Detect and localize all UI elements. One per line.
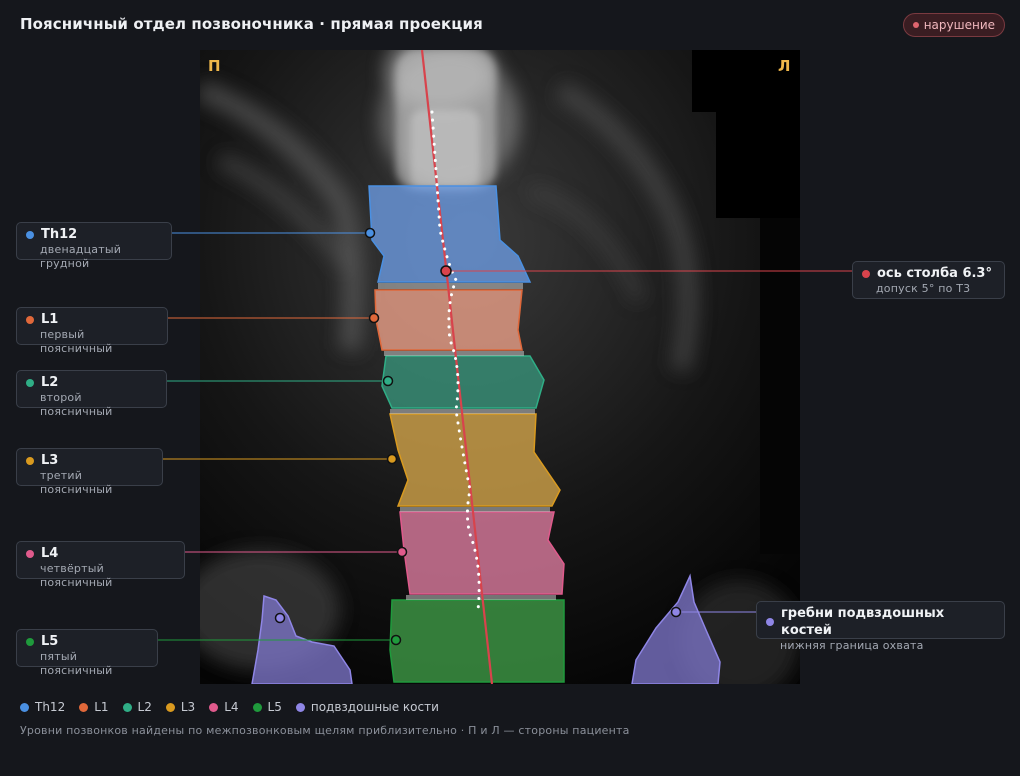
upper-spine <box>396 50 496 190</box>
callout-l4-name: L4 <box>41 546 59 561</box>
xray-viewer[interactable]: П Л <box>200 50 800 684</box>
callout-axis-desc: допуск 5° по T3 <box>876 282 971 295</box>
callout-th12-name: Th12 <box>41 227 78 242</box>
l2-dot-icon <box>26 378 34 387</box>
l3-dot-icon <box>26 456 34 465</box>
callout-l1-desc: первый поясничный <box>40 328 113 355</box>
callout-axis[interactable]: ось столба 6.3° допуск 5° по T3 <box>852 261 1005 299</box>
l4-legend-icon <box>209 702 219 712</box>
page-title: Поясничный отдел позвоночника · прямая п… <box>20 15 483 33</box>
legend-label: L3 <box>180 700 196 714</box>
l5-mask <box>389 599 565 683</box>
callout-l3-name: L3 <box>41 453 59 468</box>
legend: Th12 L1 L2 L3 L4 L5 подвздошные кости <box>20 700 439 714</box>
mask-region <box>760 218 800 554</box>
alert-dot-icon <box>912 22 919 28</box>
l4-dot-icon <box>26 549 34 558</box>
legend-label: L1 <box>94 700 109 714</box>
callout-l5-name: L5 <box>41 634 59 649</box>
callout-l2[interactable]: L2 второй поясничный <box>16 370 167 418</box>
legend-item-th12[interactable]: Th12 <box>20 700 65 714</box>
legend-item-iliac[interactable]: подвздошные кости <box>295 700 439 714</box>
footnote: Уровни позвонков найдены по межпозвонков… <box>20 724 630 737</box>
callout-th12-desc: двенадцатый грудной <box>40 243 122 270</box>
legend-item-l3[interactable]: L3 <box>165 700 196 714</box>
legend-item-l4[interactable]: L4 <box>209 700 239 714</box>
side-right-marker: П <box>208 57 221 75</box>
side-left-marker: Л <box>778 57 790 75</box>
l4-mask <box>399 511 565 595</box>
legend-label: L2 <box>137 700 152 714</box>
callout-l3-desc: третий поясничный <box>40 469 113 496</box>
legend-item-l2[interactable]: L2 <box>122 700 152 714</box>
l2-mask <box>381 355 545 409</box>
status-badge-label: нарушение <box>923 18 995 32</box>
l5-legend-icon <box>252 702 262 712</box>
callout-l4-desc: четвёртый поясничный <box>40 562 113 589</box>
callout-l2-desc: второй поясничный <box>40 391 113 418</box>
callout-l4[interactable]: L4 четвёртый поясничный <box>16 541 185 589</box>
l3-mask <box>389 413 561 507</box>
mask-region <box>716 112 800 218</box>
callout-l1[interactable]: L1 первый поясничный <box>16 307 168 355</box>
callout-iliac[interactable]: гребни подвздошных костей нижняя граница… <box>756 601 1005 652</box>
legend-item-l1[interactable]: L1 <box>79 700 109 714</box>
callout-iliac-name: гребни подвздошных костей <box>781 606 945 638</box>
l2-legend-icon <box>122 702 132 712</box>
iliac-dot-icon <box>766 618 774 626</box>
callout-l2-name: L2 <box>41 375 59 390</box>
legend-label: подвздошные кости <box>310 700 439 714</box>
callout-l1-name: L1 <box>41 312 59 327</box>
iliac-legend-icon <box>295 702 305 712</box>
l1-legend-icon <box>79 702 89 712</box>
th12-dot-icon <box>26 230 34 239</box>
th12-legend-icon <box>20 702 29 712</box>
callout-l3[interactable]: L3 третий поясничный <box>16 448 163 496</box>
callout-l5[interactable]: L5 пятый поясничный <box>16 629 158 677</box>
callout-axis-name: ось столба 6.3° <box>877 266 992 281</box>
legend-label: L4 <box>224 700 239 714</box>
axis-dot-icon <box>862 269 870 278</box>
l1-dot-icon <box>26 315 34 324</box>
callout-iliac-desc: нижняя граница охвата <box>780 639 924 652</box>
callout-th12[interactable]: Th12 двенадцатый грудной <box>16 222 172 270</box>
legend-item-l5[interactable]: L5 <box>252 700 282 714</box>
l5-dot-icon <box>26 637 34 646</box>
legend-label: L5 <box>267 700 282 714</box>
status-badge[interactable]: нарушение <box>902 13 1005 37</box>
l3-legend-icon <box>165 702 175 712</box>
legend-label: Th12 <box>35 700 66 714</box>
callout-l5-desc: пятый поясничный <box>40 650 113 677</box>
